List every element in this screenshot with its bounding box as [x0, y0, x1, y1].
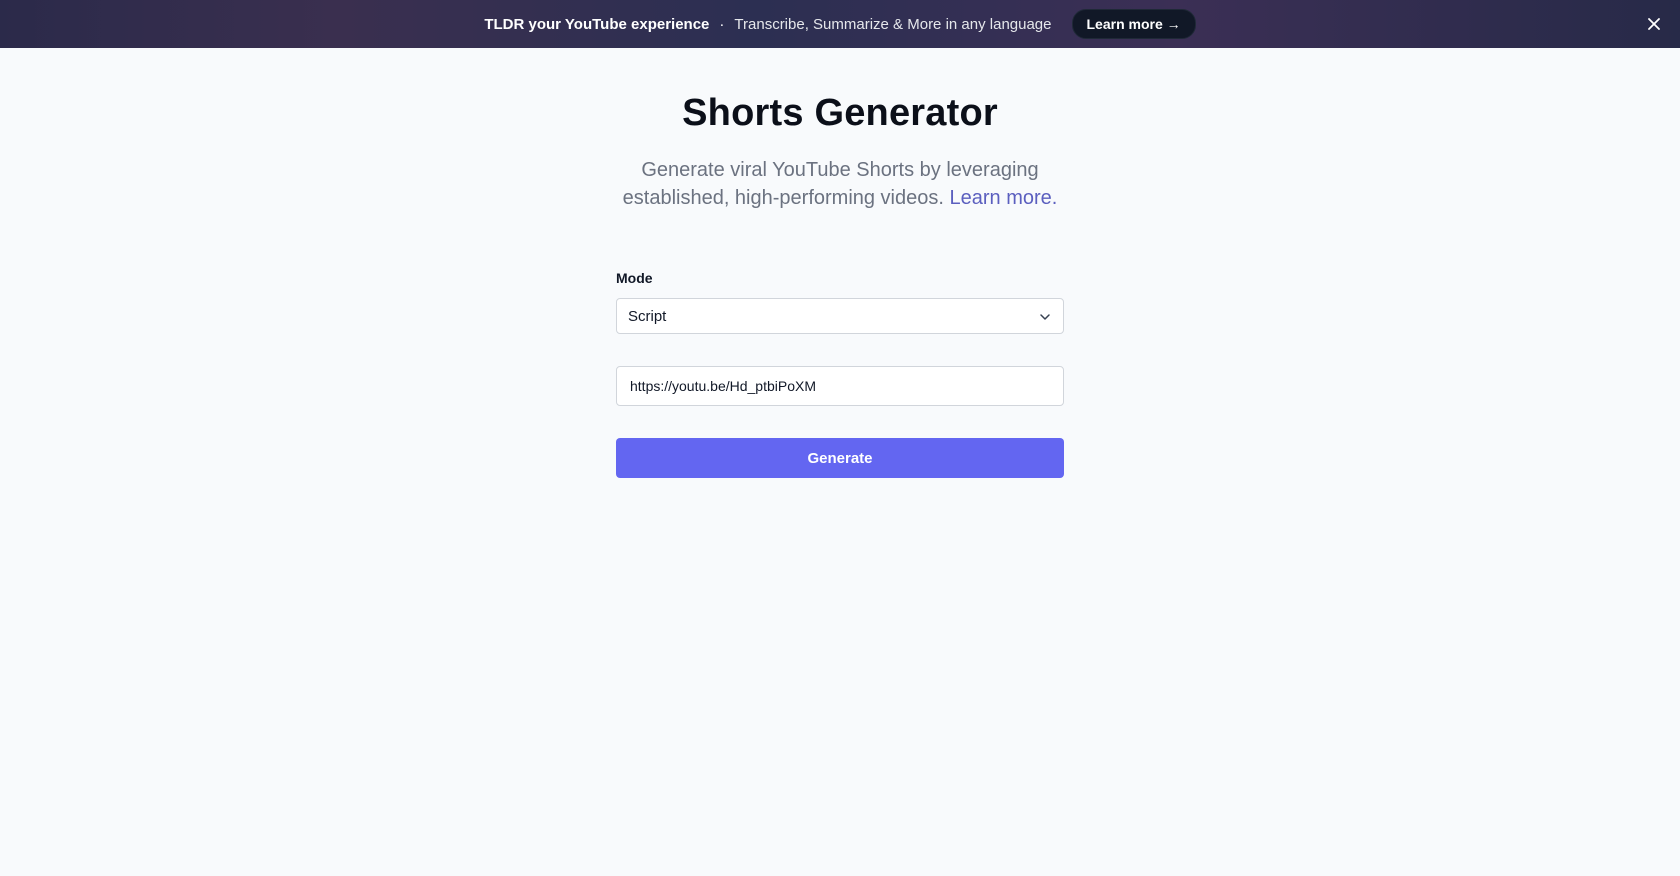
shorts-form: Mode Script Generate — [616, 270, 1064, 478]
banner-text: Transcribe, Summarize & More in any lang… — [734, 15, 1052, 33]
mode-select[interactable]: Script — [616, 298, 1064, 334]
chevron-down-icon — [1037, 309, 1053, 325]
page-title: Shorts Generator — [682, 92, 998, 134]
main-content: Shorts Generator Generate viral YouTube … — [0, 48, 1680, 876]
banner-separator: · — [719, 15, 725, 33]
mode-label: Mode — [616, 270, 653, 286]
mode-select-value: Script — [628, 307, 667, 325]
generate-button[interactable]: Generate — [616, 438, 1064, 478]
announcement-banner: TLDR your YouTube experience · Transcrib… — [0, 0, 1680, 48]
subtitle-learn-more-link[interactable]: Learn more. — [950, 187, 1058, 209]
banner-title: TLDR your YouTube experience — [484, 15, 710, 33]
banner-learn-more-button[interactable]: Learn more → — [1071, 9, 1196, 39]
close-icon[interactable] — [1644, 14, 1664, 34]
page-subtitle: Generate viral YouTube Shorts by leverag… — [590, 156, 1090, 212]
youtube-url-input[interactable] — [616, 366, 1064, 406]
banner-content: TLDR your YouTube experience · Transcrib… — [484, 9, 1196, 39]
